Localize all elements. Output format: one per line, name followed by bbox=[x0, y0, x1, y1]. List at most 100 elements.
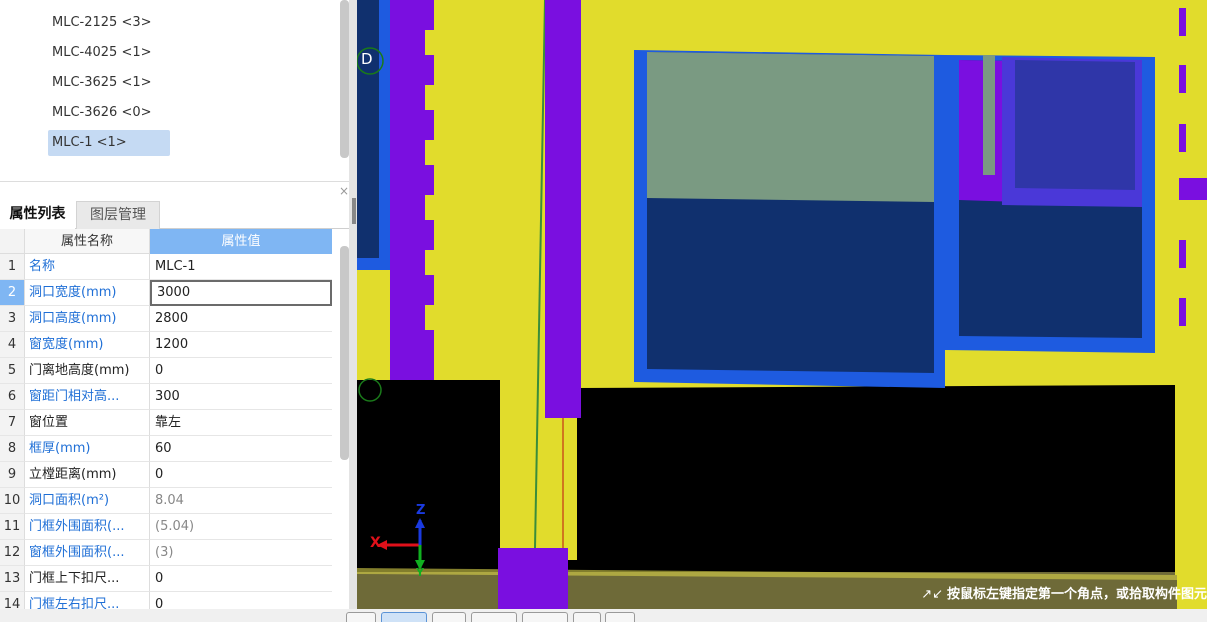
property-value[interactable]: 0 bbox=[150, 462, 332, 488]
property-name: 门离地高度(mm) bbox=[25, 358, 150, 384]
purple-column bbox=[545, 0, 581, 418]
right-post bbox=[1175, 385, 1179, 575]
right-dash bbox=[1179, 298, 1186, 326]
table-row[interactable]: 6 窗距门相对高... 300 bbox=[0, 384, 332, 410]
purple-wall-edge bbox=[390, 0, 400, 380]
list-item[interactable]: MLC-3625 <1> bbox=[48, 70, 170, 96]
property-name: 框厚(mm) bbox=[25, 436, 150, 462]
list-scrollbar[interactable] bbox=[340, 0, 349, 158]
close-icon[interactable]: × bbox=[339, 184, 349, 198]
axis-label-d: D bbox=[361, 50, 373, 68]
panel-splitter[interactable] bbox=[349, 0, 357, 619]
table-header: 属性名称 属性值 bbox=[0, 229, 332, 254]
toolbar-button[interactable] bbox=[573, 612, 601, 622]
row-index: 2 bbox=[0, 280, 25, 306]
window-inner-glass bbox=[1015, 60, 1135, 190]
table-row[interactable]: 10 洞口面积(m²) 8.04 bbox=[0, 488, 332, 514]
property-name: 窗框外围面积(... bbox=[25, 540, 150, 566]
toolbar-button[interactable] bbox=[605, 612, 635, 622]
tab-property-list[interactable]: 属性列表 bbox=[0, 201, 75, 229]
property-name: 窗宽度(mm) bbox=[25, 332, 150, 358]
table-row[interactable]: 8 框厚(mm) 60 bbox=[0, 436, 332, 462]
row-index: 7 bbox=[0, 410, 25, 436]
glass-pane bbox=[647, 52, 934, 202]
property-value[interactable]: 60 bbox=[150, 436, 332, 462]
row-index: 10 bbox=[0, 488, 25, 514]
toolbar-button[interactable] bbox=[522, 612, 568, 622]
row-index: 4 bbox=[0, 332, 25, 358]
property-name: 洞口面积(m²) bbox=[25, 488, 150, 514]
header-property-value[interactable]: 属性值 bbox=[150, 229, 332, 254]
toolbar-button-selected[interactable] bbox=[381, 612, 427, 622]
list-item[interactable]: MLC-3626 <0> bbox=[48, 100, 170, 126]
right-dash bbox=[1179, 240, 1186, 268]
bottom-toolbar bbox=[0, 609, 1207, 622]
row-index: 5 bbox=[0, 358, 25, 384]
axis-y-label: Y bbox=[416, 566, 424, 579]
row-index: 12 bbox=[0, 540, 25, 566]
table-row[interactable]: 1 名称 MLC-1 bbox=[0, 254, 332, 280]
status-message: ↗↙ 按鼠标左键指定第一个角点，或拾取构件图元 bbox=[913, 581, 1207, 609]
property-value[interactable]: 0 bbox=[150, 358, 332, 384]
list-item[interactable]: MLC-4025 <1> bbox=[48, 40, 170, 66]
header-property-name[interactable]: 属性名称 bbox=[25, 229, 150, 254]
list-item-selected[interactable]: MLC-1 <1> bbox=[48, 130, 170, 156]
table-row[interactable]: 5 门离地高度(mm) 0 bbox=[0, 358, 332, 384]
left-column-inner bbox=[357, 0, 379, 258]
component-list: MLC-2125 <3> MLC-4025 <1> MLC-3625 <1> M… bbox=[0, 0, 353, 180]
property-value[interactable]: (3) bbox=[150, 540, 332, 566]
property-name: 门框上下扣尺... bbox=[25, 566, 150, 592]
row-index: 11 bbox=[0, 514, 25, 540]
toolbar-button[interactable] bbox=[346, 612, 376, 622]
window-mullion bbox=[983, 55, 995, 175]
property-name: 立樘距离(mm) bbox=[25, 462, 150, 488]
table-row[interactable]: 11 门框外围面积(... (5.04) bbox=[0, 514, 332, 540]
property-value[interactable]: (5.04) bbox=[150, 514, 332, 540]
property-value-editor[interactable]: 3000 bbox=[150, 280, 332, 306]
property-value[interactable]: 8.04 bbox=[150, 488, 332, 514]
table-row[interactable]: 4 窗宽度(mm) 1200 bbox=[0, 332, 332, 358]
3d-viewport[interactable]: D X Z Y ↗↙ 按鼠标左键指定第一个角点，或拾取构件图元 bbox=[357, 0, 1207, 609]
table-row[interactable]: 7 窗位置 靠左 bbox=[0, 410, 332, 436]
corner-arrow-icon: ↗↙ bbox=[921, 587, 943, 602]
property-tabs: 属性列表 图层管理 bbox=[0, 201, 353, 229]
property-name: 窗位置 bbox=[25, 410, 150, 436]
row-index: 6 bbox=[0, 384, 25, 410]
table-row[interactable]: 9 立樘距离(mm) 0 bbox=[0, 462, 332, 488]
left-panel: MLC-2125 <3> MLC-4025 <1> MLC-3625 <1> M… bbox=[0, 0, 353, 619]
right-beam bbox=[1179, 178, 1207, 200]
axis-z-label: Z bbox=[416, 503, 426, 518]
splitter-handle[interactable] bbox=[352, 198, 356, 224]
panel-divider bbox=[0, 181, 353, 182]
property-value[interactable]: MLC-1 bbox=[150, 254, 332, 280]
property-value[interactable]: 1200 bbox=[150, 332, 332, 358]
status-text: 按鼠标左键指定第一个角点，或拾取构件图元 bbox=[946, 587, 1207, 602]
property-value[interactable]: 0 bbox=[150, 566, 332, 592]
property-name: 窗距门相对高... bbox=[25, 384, 150, 410]
tab-layer-management[interactable]: 图层管理 bbox=[76, 201, 160, 229]
purple-base bbox=[498, 548, 568, 609]
list-item[interactable]: MLC-2125 <3> bbox=[48, 10, 170, 36]
right-dash bbox=[1179, 65, 1186, 93]
property-value[interactable]: 2800 bbox=[150, 306, 332, 332]
property-table: 属性名称 属性值 1 名称 MLC-1 2 洞口宽度(mm) 3000 3 洞口高度(mm) 2… bbox=[0, 229, 332, 619]
table-row[interactable]: 12 窗框外围面积(... (3) bbox=[0, 540, 332, 566]
header-corner bbox=[0, 229, 25, 254]
row-index: 9 bbox=[0, 462, 25, 488]
property-value[interactable]: 靠左 bbox=[150, 410, 332, 436]
right-dash bbox=[1179, 124, 1186, 152]
axis-x-label: X bbox=[370, 535, 381, 551]
toolbar-button[interactable] bbox=[432, 612, 466, 622]
property-name: 门框外围面积(... bbox=[25, 514, 150, 540]
table-row[interactable]: 13 门框上下扣尺... 0 bbox=[0, 566, 332, 592]
property-name: 洞口宽度(mm) bbox=[25, 280, 150, 306]
table-scrollbar[interactable] bbox=[340, 246, 349, 460]
table-row[interactable]: 3 洞口高度(mm) 2800 bbox=[0, 306, 332, 332]
table-row[interactable]: 2 洞口宽度(mm) 3000 bbox=[0, 280, 332, 306]
scene-canvas[interactable] bbox=[357, 0, 1207, 609]
row-index: 3 bbox=[0, 306, 25, 332]
right-dash bbox=[1179, 8, 1186, 36]
property-value[interactable]: 300 bbox=[150, 384, 332, 410]
row-index: 8 bbox=[0, 436, 25, 462]
toolbar-button[interactable] bbox=[471, 612, 517, 622]
